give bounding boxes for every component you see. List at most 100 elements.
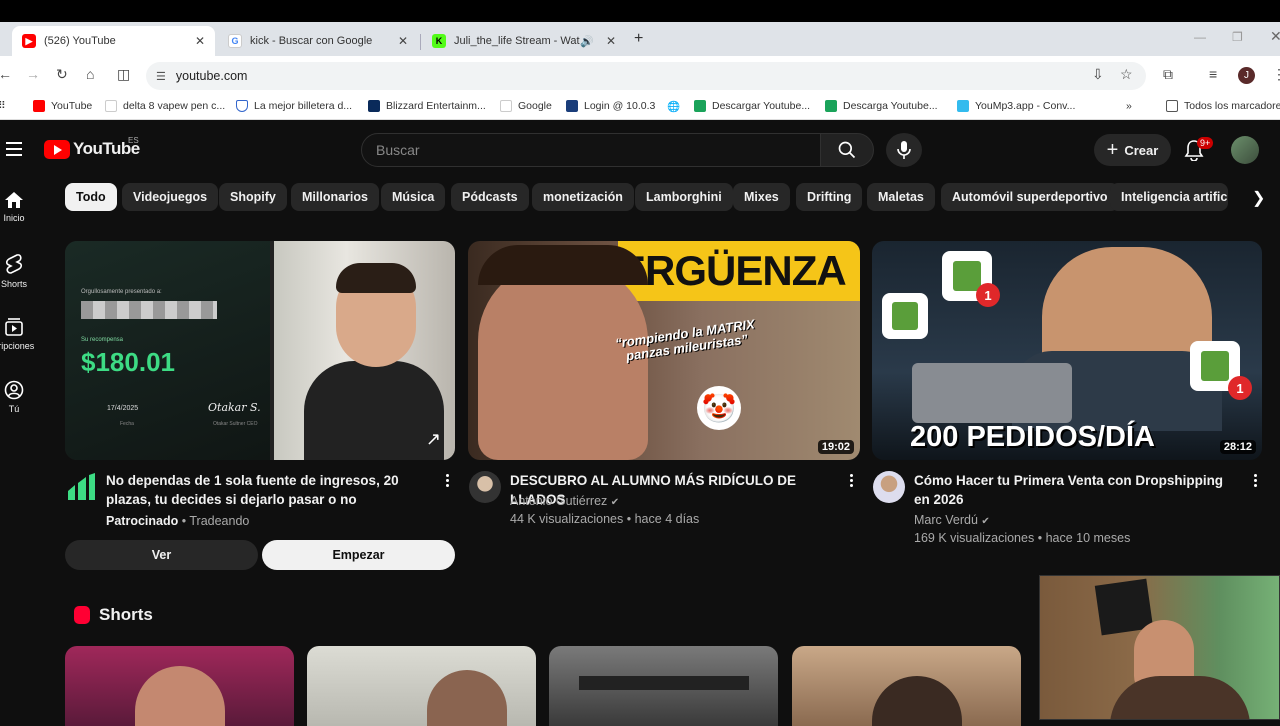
search-icon xyxy=(838,141,856,159)
advertiser-logo-icon[interactable] xyxy=(66,473,96,501)
tab-youtube[interactable]: ▶ (526) YouTube ✕ xyxy=(12,26,215,56)
back-icon[interactable]: ← xyxy=(0,66,12,82)
sidebar-item-inicio[interactable]: Inicio xyxy=(0,191,28,223)
search-box[interactable] xyxy=(361,133,821,167)
channel-name[interactable]: Antonio Gutiérrez xyxy=(510,494,607,508)
install-app-icon[interactable]: ⇩ xyxy=(1092,66,1104,83)
channel-avatar[interactable] xyxy=(873,471,905,503)
channel-name[interactable]: Marc Verdú xyxy=(914,513,978,527)
advertiser-name[interactable]: Tradeando xyxy=(189,514,249,528)
chip[interactable]: monetización xyxy=(532,183,634,211)
start-button[interactable]: Empezar xyxy=(262,540,455,570)
ad-signer: Otakar Sultner CEO xyxy=(213,421,258,427)
close-window-icon[interactable]: ✕ xyxy=(1270,28,1280,45)
close-tab-icon[interactable]: ✕ xyxy=(398,34,408,48)
create-label: Crear xyxy=(1124,142,1159,158)
short-thumbnail[interactable] xyxy=(549,646,778,726)
video-thumbnail[interactable]: 1 1 200 PEDIDOS/DÍA 28:12 xyxy=(872,241,1262,460)
short-thumbnail[interactable] xyxy=(792,646,1021,726)
google-favicon-icon: G xyxy=(228,34,242,48)
tab-kick-stream[interactable]: K Juli_the_life Stream - Watch 🔊 ✕ xyxy=(422,26,626,56)
menu-icon[interactable] xyxy=(6,142,22,160)
reload-icon[interactable]: ↻ xyxy=(56,66,68,83)
bookmark-item[interactable]: delta 8 vapew pen c... xyxy=(105,100,225,112)
shorts-title: Shorts xyxy=(99,605,153,624)
tab-google-search[interactable]: G kick - Buscar con Google ✕ xyxy=(218,26,418,56)
chip[interactable]: Mixes xyxy=(733,183,790,211)
separator-dot: • xyxy=(626,512,635,526)
ad-thumbnail[interactable]: Orgullosamente presentado a: Su recompen… xyxy=(65,241,455,460)
home-browser-icon[interactable]: ⌂ xyxy=(86,66,94,82)
speaker-icon[interactable]: 🔊 xyxy=(580,35,594,48)
external-link-icon: ↗ xyxy=(425,429,441,449)
view-count: 169 K visualizaciones xyxy=(914,531,1035,545)
video-title[interactable]: No dependas de 1 sola fuente de ingresos… xyxy=(106,471,436,509)
browser-profile-avatar[interactable]: J xyxy=(1238,67,1255,84)
sidebar-item-subscriptions[interactable]: cripciones xyxy=(0,317,34,351)
more-options-icon[interactable] xyxy=(446,474,450,489)
chip[interactable]: Shopify xyxy=(219,183,287,211)
all-bookmarks-folder[interactable]: Todos los marcadores xyxy=(1166,100,1280,112)
extensions-icon[interactable]: ⧉ xyxy=(1163,66,1173,83)
country-code: ES xyxy=(128,136,139,145)
bookmark-item[interactable]: Descarga Youtube... xyxy=(825,100,938,112)
bookmark-item[interactable]: Google xyxy=(500,100,552,112)
apps-icon[interactable]: ⠿ xyxy=(0,100,6,112)
channel-line: Marc Verdú ✔ xyxy=(914,511,990,531)
bookmark-item[interactable]: YouTube xyxy=(33,100,92,112)
sidebar-item-shorts[interactable]: Shorts xyxy=(0,253,28,289)
chip[interactable]: Pódcasts xyxy=(451,183,529,211)
chip-todo[interactable]: Todo xyxy=(65,183,117,211)
chevron-right-icon[interactable]: ❯ xyxy=(1252,188,1265,208)
chip[interactable]: Maletas xyxy=(867,183,935,211)
split-view-icon[interactable]: ◫ xyxy=(117,66,130,83)
chip[interactable]: Videojuegos xyxy=(122,183,219,211)
create-button[interactable]: + Crear xyxy=(1094,134,1171,166)
bookmark-item[interactable]: Login @ 10.0.3 xyxy=(566,100,655,112)
restore-icon[interactable]: ❐ xyxy=(1232,30,1243,44)
short-thumbnail[interactable] xyxy=(307,646,536,726)
short-thumbnail[interactable] xyxy=(65,646,294,726)
chip[interactable]: Automóvil superdeportivo xyxy=(941,183,1119,211)
chip[interactable]: Música xyxy=(381,183,446,211)
site-info-icon[interactable]: ☰ xyxy=(156,70,166,83)
bookmark-star-icon[interactable]: ☆ xyxy=(1120,66,1133,83)
more-options-icon[interactable] xyxy=(1254,474,1258,489)
voice-search-button[interactable] xyxy=(886,133,922,167)
account-avatar[interactable] xyxy=(1231,136,1259,164)
globe-icon[interactable]: 🌐 xyxy=(667,100,680,113)
sidebar-item-you[interactable]: Tú xyxy=(0,380,28,414)
youtube-logo[interactable]: YouTube ES xyxy=(44,136,140,159)
notification-dot-icon: 1 xyxy=(1228,376,1252,400)
chip[interactable]: Millonarios xyxy=(291,183,379,211)
view-button[interactable]: Ver xyxy=(65,540,258,570)
google-icon xyxy=(500,100,512,112)
more-options-icon[interactable] xyxy=(850,474,854,489)
new-tab-button[interactable]: + xyxy=(634,30,643,48)
search-button[interactable] xyxy=(820,133,874,167)
address-bar[interactable]: ☰ youtube.com xyxy=(146,62,1146,90)
sidebar-label: Inicio xyxy=(3,213,25,223)
bookmark-item[interactable]: Blizzard Entertainm... xyxy=(368,100,486,112)
browser-menu-icon[interactable]: ⋮ xyxy=(1272,66,1280,83)
chip[interactable]: Drifting xyxy=(796,183,863,211)
browser-toolbar: ← → ↻ ⌂ ◫ ☰ youtube.com ⇩ ☆ ⧉ ≡ ⋮ xyxy=(0,56,1280,96)
video-thumbnail[interactable]: ERGÜENZA “rompiendo la MATRIX panzas mil… xyxy=(468,241,860,460)
short-face xyxy=(427,670,507,726)
close-tab-icon[interactable]: ✕ xyxy=(195,34,205,48)
video-title[interactable]: Cómo Hacer tu Primera Venta con Dropship… xyxy=(914,471,1234,509)
minimize-icon[interactable]: — xyxy=(1194,30,1206,44)
upload-age: hace 10 meses xyxy=(1045,531,1131,545)
bookmark-item[interactable]: YouMp3.app - Conv... xyxy=(957,100,1075,112)
chip[interactable]: Inteligencia artificia xyxy=(1110,183,1228,211)
bookmark-item[interactable]: La mejor billetera d... xyxy=(236,100,352,112)
more-bookmarks-icon[interactable]: » xyxy=(1126,100,1132,112)
media-controls-icon[interactable]: ≡ xyxy=(1209,66,1217,82)
chip[interactable]: Lamborghini xyxy=(635,183,733,211)
forward-icon[interactable]: → xyxy=(26,66,40,82)
youtube-page: YouTube ES + Crear 9+ Inicio Shorts crip… xyxy=(0,125,1280,726)
channel-avatar[interactable] xyxy=(469,471,501,503)
search-input[interactable] xyxy=(376,142,820,158)
bookmark-item[interactable]: Descargar Youtube... xyxy=(694,100,810,112)
close-tab-icon[interactable]: ✕ xyxy=(606,34,616,48)
